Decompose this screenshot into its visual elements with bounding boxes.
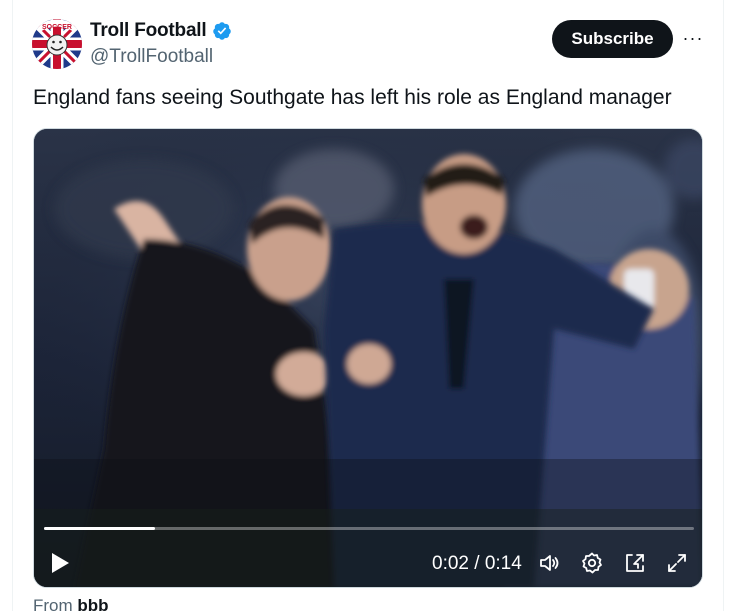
video-progress-fill <box>44 527 155 530</box>
video-progress-track[interactable] <box>44 527 694 530</box>
author-handle[interactable]: @TrollFootball <box>90 46 213 68</box>
play-icon[interactable] <box>46 549 74 577</box>
more-options-icon[interactable]: ··· <box>682 25 704 51</box>
from-label: From <box>33 596 73 615</box>
fullscreen-icon[interactable] <box>664 550 690 576</box>
volume-icon[interactable] <box>536 550 562 576</box>
video-frame <box>34 129 702 587</box>
author-display-name[interactable]: Troll Football <box>90 20 232 42</box>
subscribe-button[interactable]: Subscribe <box>552 20 673 58</box>
avatar-logo-text: SOCCER <box>42 24 72 31</box>
settings-icon[interactable] <box>579 550 605 576</box>
union-jack-avatar-icon: SOCCER <box>32 19 82 69</box>
tweet-text: England fans seeing Southgate has left h… <box>33 86 672 109</box>
video-time-display: 0:02 / 0:14 <box>432 553 522 574</box>
from-source[interactable]: bbb <box>77 596 108 615</box>
video-player[interactable]: 0:02 / 0:14 <box>33 128 703 588</box>
video-source[interactable]: From bbb <box>33 596 109 616</box>
avatar[interactable]: SOCCER <box>32 19 82 69</box>
pip-icon[interactable] <box>622 550 648 576</box>
verified-badge-icon <box>212 21 232 41</box>
display-name-text: Troll Football <box>90 20 207 41</box>
